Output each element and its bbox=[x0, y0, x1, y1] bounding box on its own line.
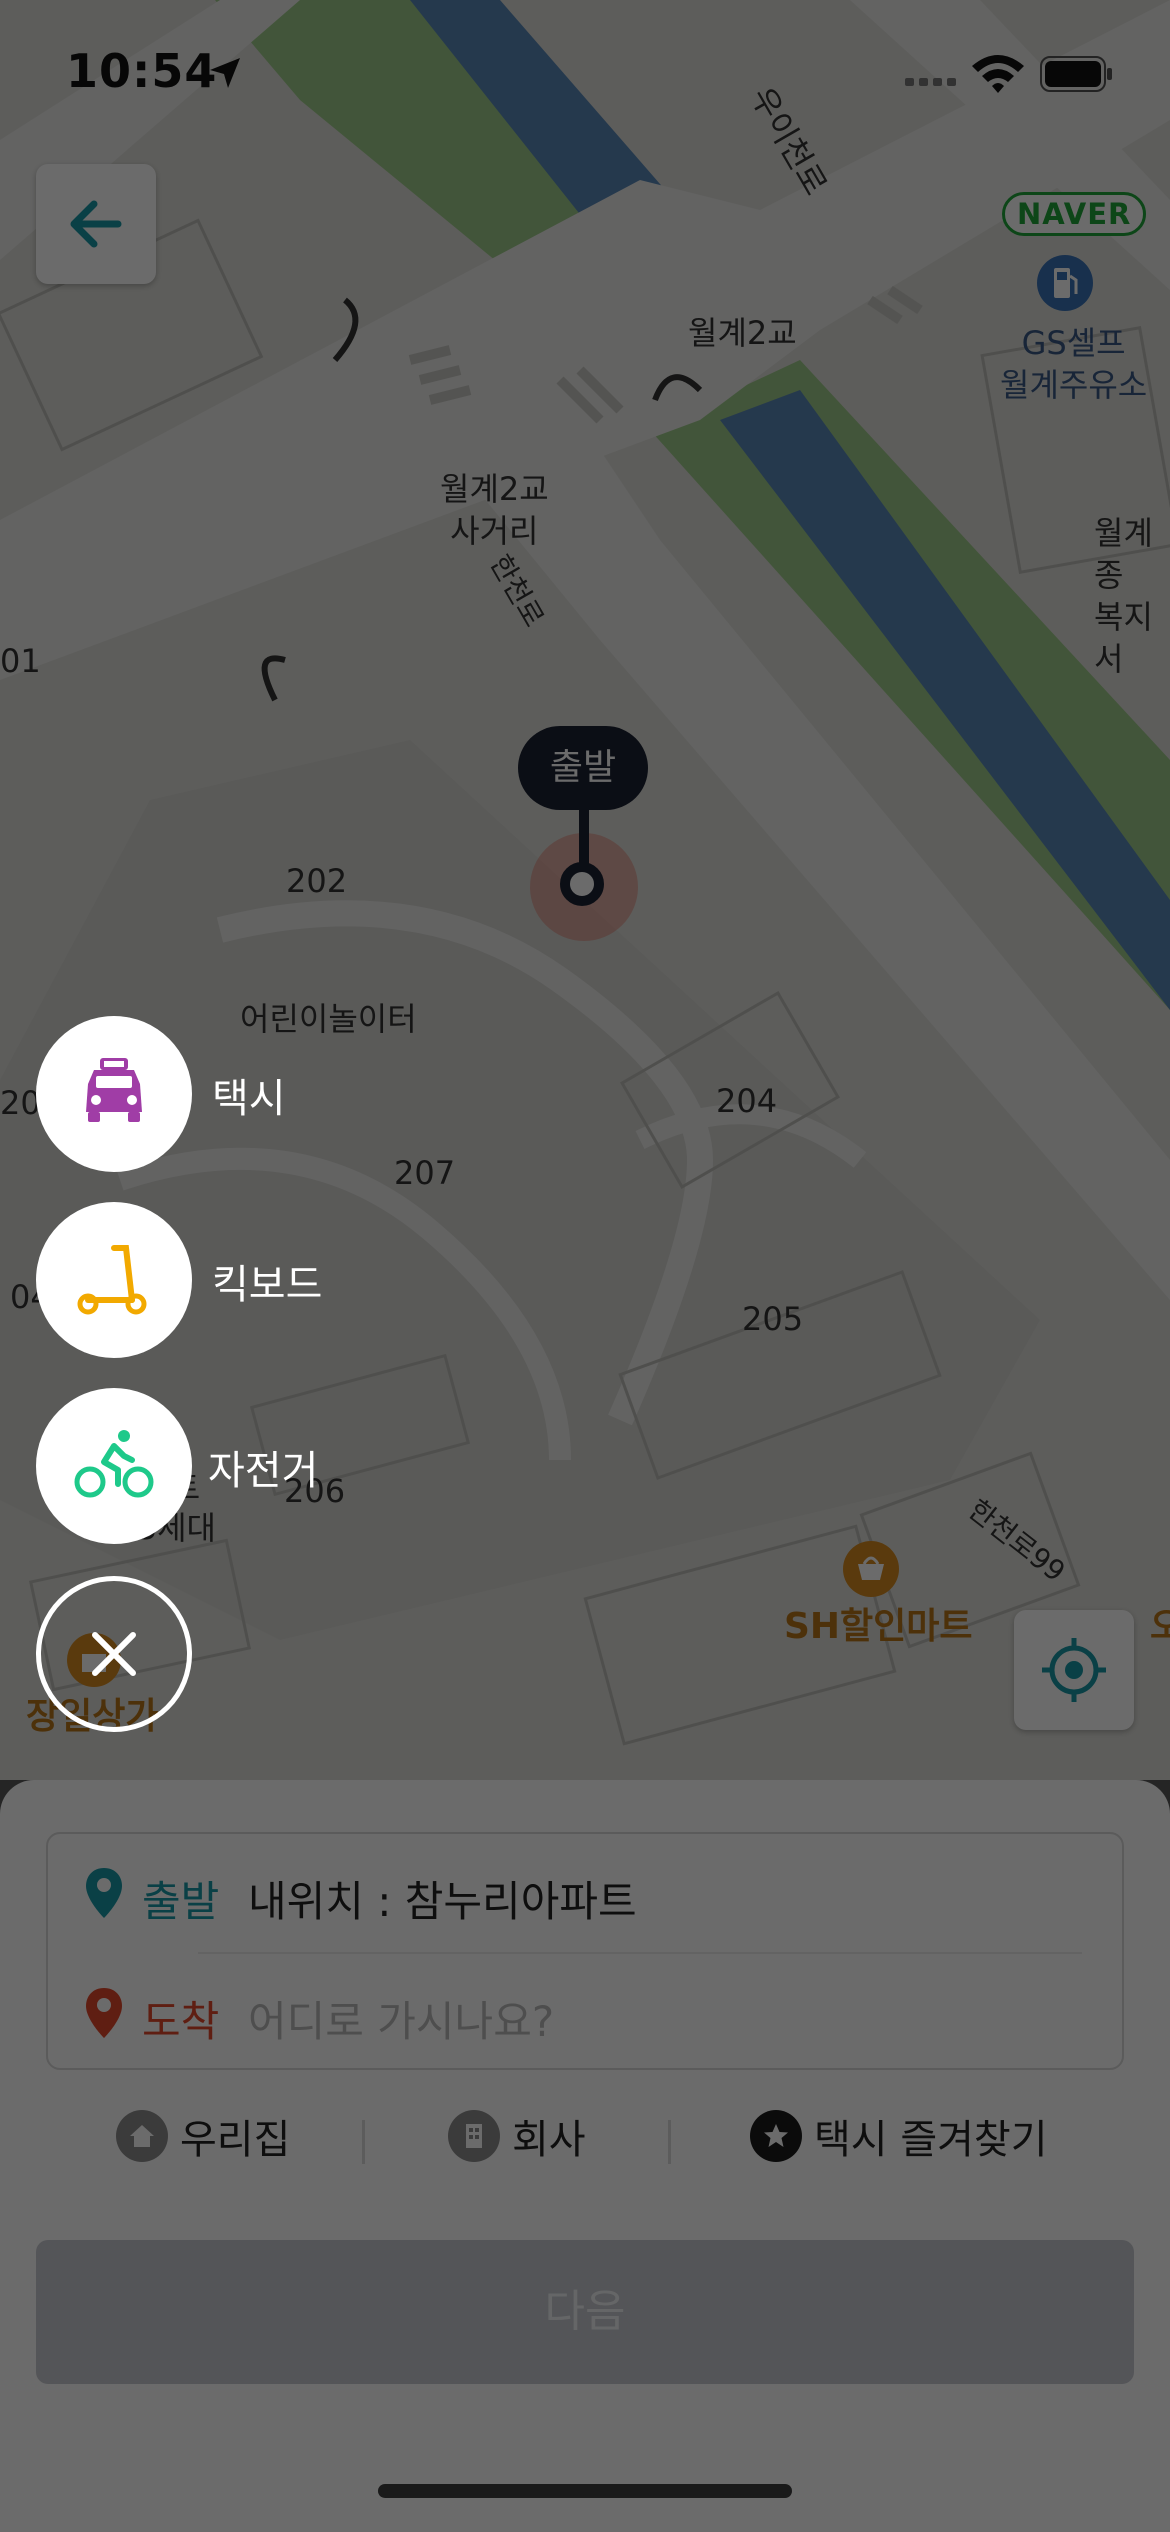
crosshair-icon bbox=[1042, 1638, 1106, 1702]
shortcut-taxi-favorites[interactable]: 택시 즐겨찾기 bbox=[750, 2108, 1048, 2164]
bicycle-icon bbox=[74, 1430, 154, 1498]
start-marker-label[interactable]: 출발 bbox=[518, 726, 648, 810]
start-location-row[interactable]: 출발 내위치 : 참누리아파트 bbox=[48, 1834, 1126, 1952]
fab-kickboard-label[interactable]: 킥보드 bbox=[212, 1252, 322, 1310]
naver-logo: NAVER bbox=[1002, 192, 1147, 236]
shortcut-home-label: 우리집 bbox=[180, 2117, 291, 2163]
start-pin-icon bbox=[86, 1868, 122, 1918]
start-marker-dot bbox=[560, 862, 604, 906]
shortcut-company[interactable]: 회사 bbox=[448, 2108, 586, 2164]
status-time: 10:54 bbox=[66, 44, 218, 98]
shortcut-home[interactable]: 우리집 bbox=[116, 2108, 290, 2164]
next-button[interactable]: 다음 bbox=[36, 2240, 1134, 2384]
route-sheet: 출발 내위치 : 참누리아파트 도착 어디로 가시나요? 우리집 회사 택시 즐… bbox=[0, 1780, 1170, 2532]
map-poi-mart: SH할인마트 bbox=[784, 1606, 973, 1647]
start-value: 내위치 : 참누리아파트 bbox=[248, 1877, 637, 1926]
fab-taxi-label[interactable]: 택시 bbox=[212, 1066, 286, 1124]
map-poi-gas-station: GS셀프 월계주유소 bbox=[1000, 324, 1148, 404]
route-input-box: 출발 내위치 : 참누리아파트 도착 어디로 가시나요? bbox=[46, 1832, 1124, 2070]
map-label-bridge: 월계2교 bbox=[688, 314, 797, 352]
close-icon bbox=[92, 1632, 136, 1676]
mart-icon bbox=[843, 1541, 899, 1597]
current-location-button[interactable] bbox=[1014, 1610, 1134, 1730]
destination-label: 도착 bbox=[142, 1997, 220, 2046]
shortcut-company-label: 회사 bbox=[512, 2117, 586, 2163]
fab-close-button[interactable] bbox=[36, 1576, 192, 1732]
wifi-icon bbox=[972, 55, 1024, 93]
map-poi-edge: 오 bbox=[1150, 1606, 1170, 1647]
shortcut-taxi-favorites-label: 택시 즐겨찾기 bbox=[814, 2117, 1048, 2163]
map-label-building: 01 bbox=[0, 642, 41, 680]
fab-taxi-button[interactable] bbox=[36, 1016, 192, 1172]
map-label-intersection: 월계2교 사거리 bbox=[440, 470, 549, 550]
shortcut-divider bbox=[668, 2120, 671, 2164]
kickboard-icon bbox=[77, 1245, 147, 1315]
map-label-playground: 어린이놀이터 bbox=[240, 1000, 417, 1038]
cellular-signal-icon bbox=[905, 78, 956, 86]
building-icon bbox=[448, 2110, 500, 2162]
home-icon bbox=[116, 2110, 168, 2162]
fab-bicycle-button[interactable] bbox=[36, 1388, 192, 1544]
back-button[interactable] bbox=[36, 164, 156, 284]
arrow-left-icon bbox=[70, 200, 122, 248]
destination-row[interactable]: 도착 어디로 가시나요? bbox=[48, 1954, 1126, 2072]
fab-kickboard-button[interactable] bbox=[36, 1202, 192, 1358]
star-icon bbox=[750, 2110, 802, 2162]
fab-bicycle-label[interactable]: 자전거 bbox=[208, 1438, 318, 1496]
start-label: 출발 bbox=[142, 1877, 220, 1926]
map-label-building: 202 bbox=[286, 862, 348, 900]
map-label-building: 207 bbox=[394, 1154, 456, 1192]
destination-pin-icon bbox=[86, 1988, 122, 2038]
destination-input[interactable]: 어디로 가시나요? bbox=[248, 1988, 554, 2049]
battery-icon bbox=[1040, 56, 1112, 92]
shortcut-divider bbox=[362, 2120, 365, 2164]
map-label-building: 204 bbox=[716, 1082, 778, 1120]
shortcut-bar: 우리집 회사 택시 즐겨찾기 bbox=[0, 2090, 1170, 2180]
location-arrow-icon bbox=[210, 58, 240, 88]
gas-station-icon bbox=[1037, 255, 1093, 311]
status-bar: 10:54 bbox=[0, 0, 1170, 150]
home-indicator bbox=[378, 2484, 792, 2498]
taxi-icon bbox=[86, 1058, 142, 1122]
map-label-building: 205 bbox=[742, 1300, 804, 1338]
map-label-welfare: 월계종 복지서 bbox=[1094, 514, 1153, 678]
